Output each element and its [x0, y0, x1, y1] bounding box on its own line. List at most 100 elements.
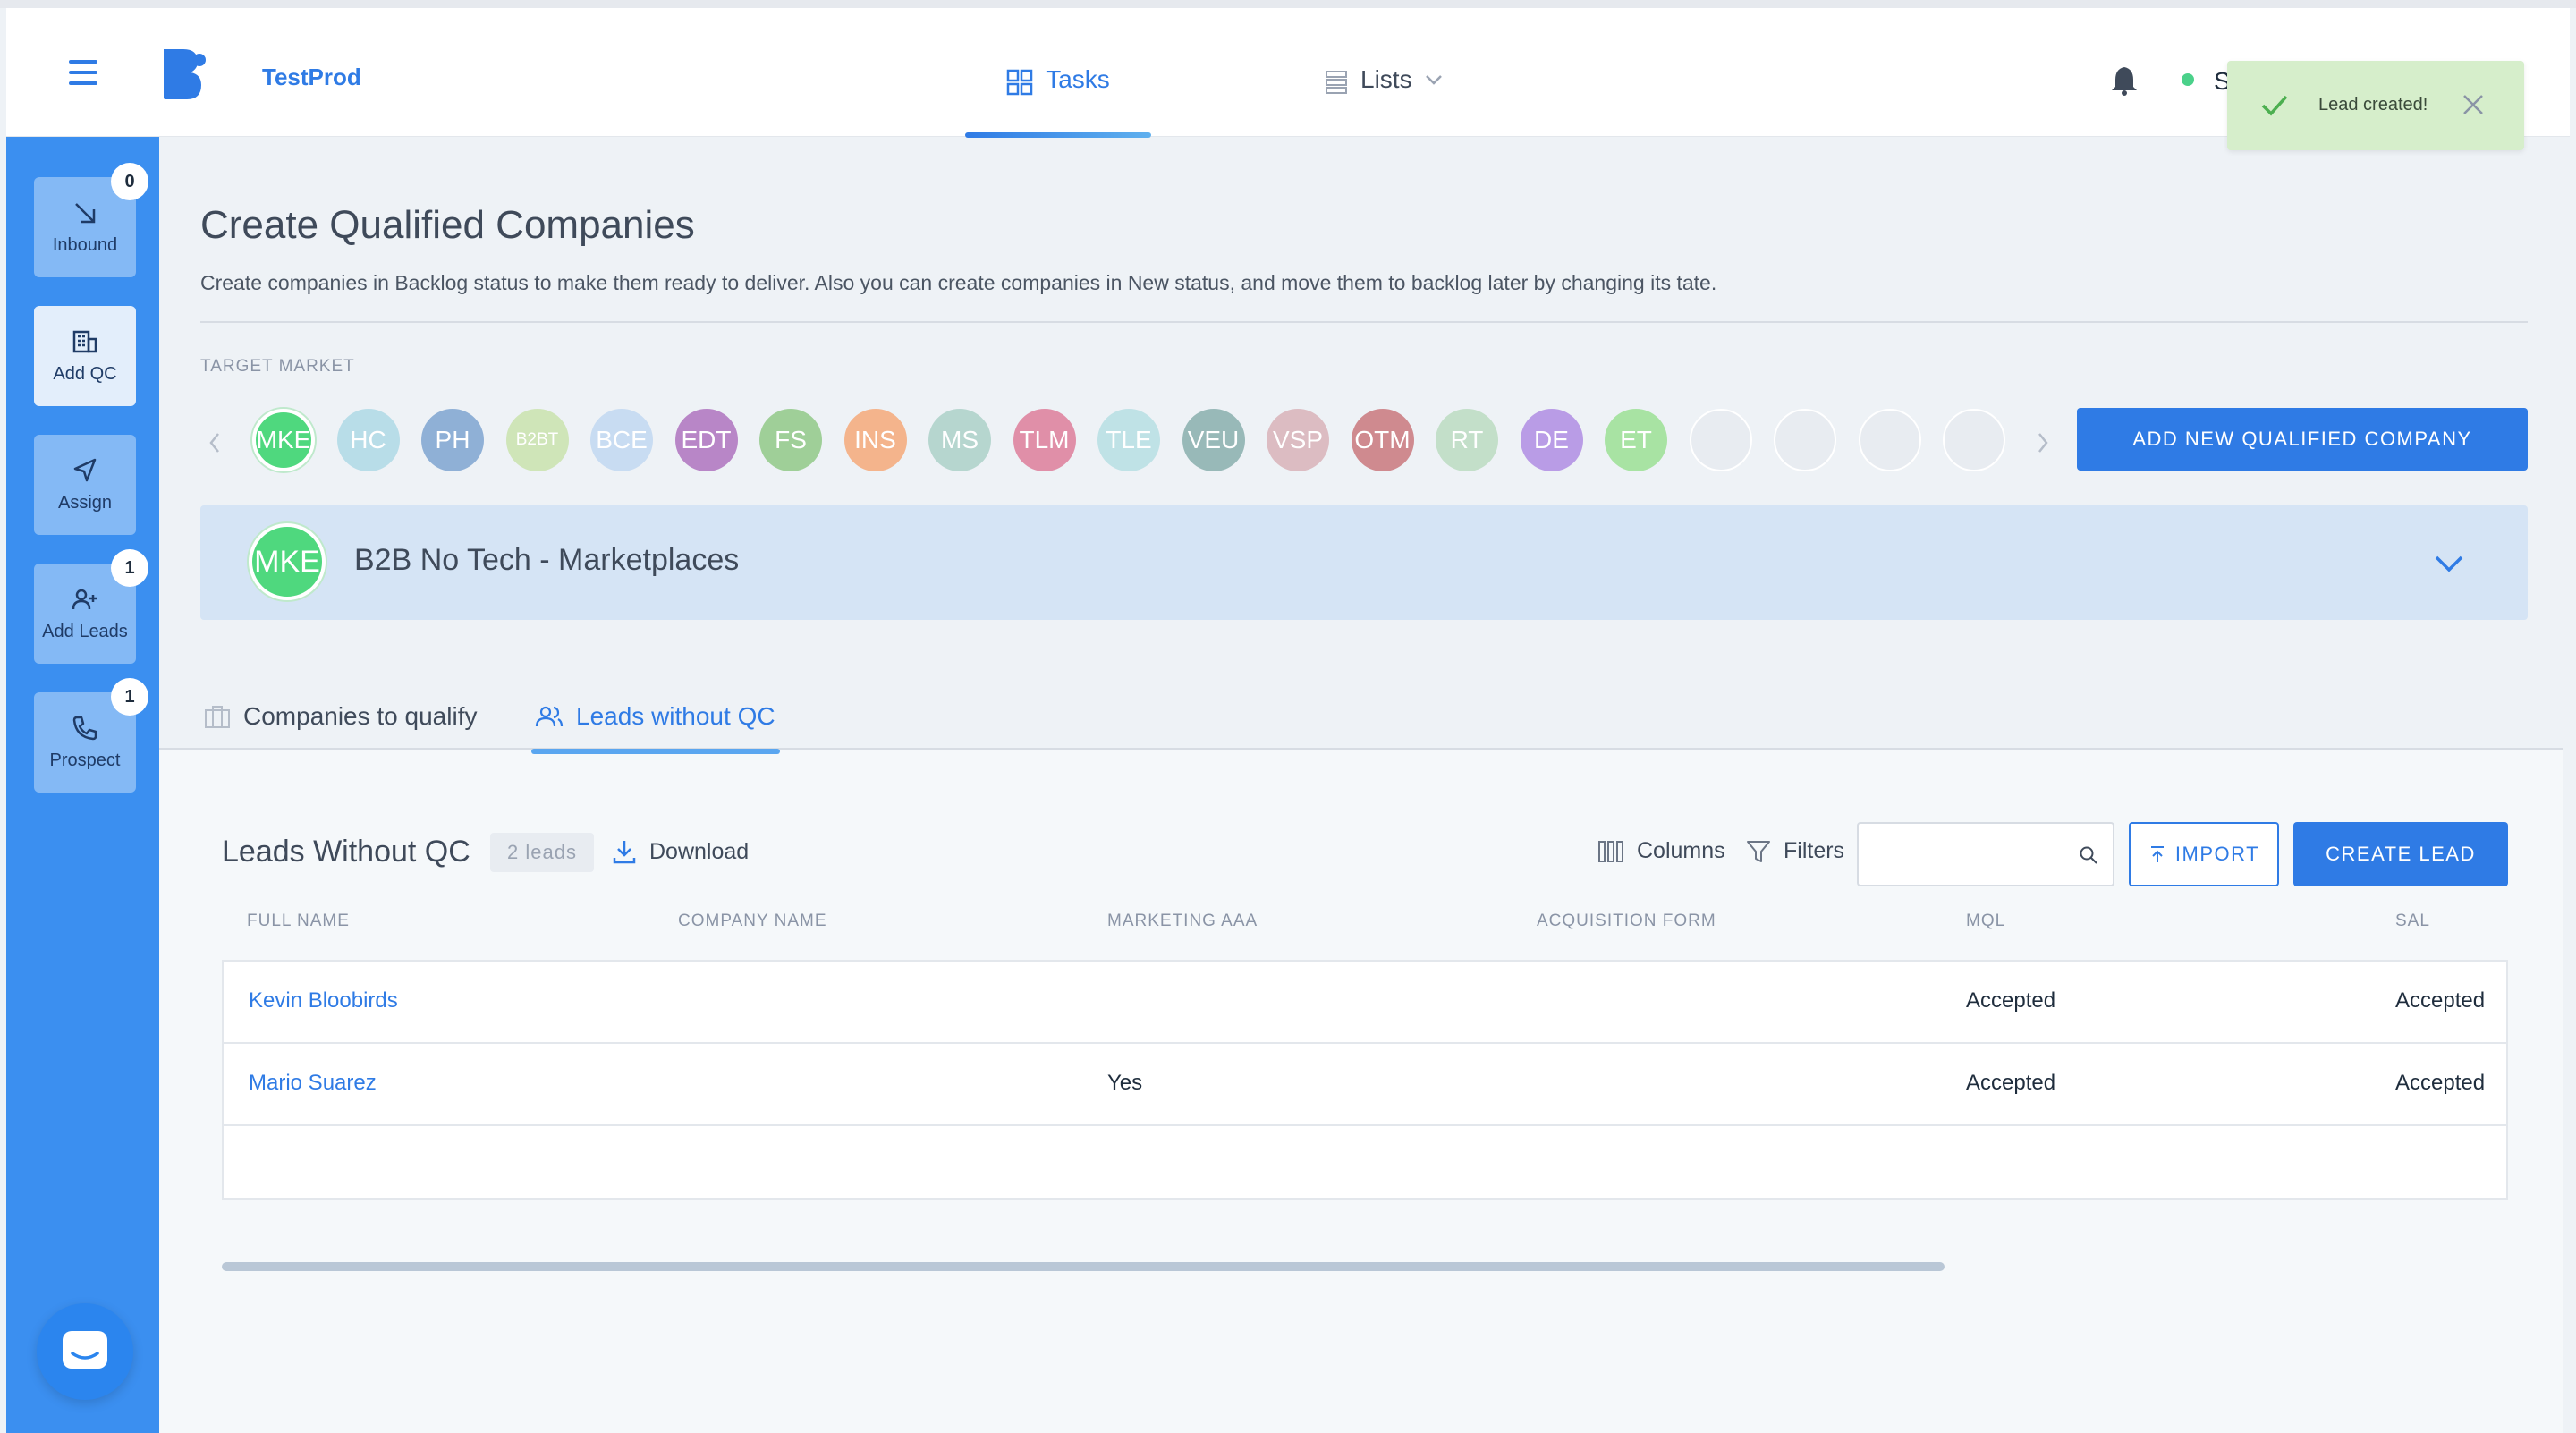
close-icon[interactable] [2462, 93, 2485, 116]
tab-lists[interactable]: Lists [1325, 47, 1443, 137]
market-avatar-veu[interactable]: VEU [1182, 409, 1245, 471]
filters-label: Filters [1784, 838, 1845, 863]
market-avatar-tlm[interactable]: TLM [1013, 409, 1076, 471]
column-header-marketing-aaa[interactable]: MARKETING AAA [1107, 912, 1258, 931]
left-sidebar: Inbound 0 Add QC Assign Add Leads 1 Pros… [6, 137, 159, 1433]
sidebar-item-add-leads[interactable]: Add Leads 1 [34, 549, 148, 664]
window-top-border [0, 0, 2576, 8]
chat-widget-icon[interactable] [37, 1303, 133, 1400]
chevron-left-icon[interactable] [206, 430, 224, 455]
add-new-qualified-company-button[interactable]: ADD NEW QUALIFIED COMPANY [2077, 408, 2528, 471]
prospect-count-badge: 1 [111, 678, 148, 716]
sidebar-item-label: Prospect [49, 750, 121, 770]
market-avatar-fs[interactable]: FS [759, 409, 822, 471]
page-title: Create Qualified Companies [200, 203, 695, 247]
tab-label: Companies to qualify [243, 702, 478, 730]
chevron-down-icon [1425, 75, 1442, 85]
add-users-icon [72, 589, 97, 609]
column-header-full-name[interactable]: FULL NAME [247, 912, 350, 931]
horizontal-scrollbar[interactable] [222, 1262, 1945, 1271]
lead-mql: Accepted [1966, 1071, 2056, 1095]
market-avatar-b2bt[interactable]: B2BT [505, 409, 569, 471]
menu-icon[interactable] [69, 60, 97, 85]
selected-market-card[interactable]: MKE B2B No Tech - Marketplaces [200, 505, 2528, 620]
market-avatar-de[interactable]: DE [1520, 409, 1583, 471]
empty-market-slot [1774, 409, 1836, 471]
tab-companies-to-qualify[interactable]: Companies to qualify [204, 702, 477, 731]
selected-market-avatar: MKE [249, 523, 326, 600]
divider [200, 321, 2528, 323]
download-label: Download [649, 838, 750, 864]
window-right-edge [2563, 137, 2576, 1433]
filters-button[interactable]: Filters [1746, 838, 1844, 864]
leads-table: Kevin Bloobirds Accepted Accepted Mario … [222, 960, 2508, 1200]
market-avatar-edt[interactable]: EDT [674, 409, 738, 471]
inbound-count-badge: 0 [111, 163, 148, 200]
upload-icon [2150, 846, 2164, 862]
market-avatar-ins[interactable]: INS [843, 409, 907, 471]
column-header-company-name[interactable]: COMPANY NAME [678, 912, 827, 931]
list-icon [1326, 71, 1347, 94]
sidebar-item-add-qc[interactable]: Add QC [34, 306, 136, 406]
market-avatar-ms[interactable]: MS [928, 409, 991, 471]
download-icon [613, 841, 636, 864]
grid-icon [1006, 69, 1033, 96]
search-field[interactable] [1857, 822, 2114, 886]
tab-tasks[interactable]: Tasks [965, 47, 1151, 138]
sidebar-item-inbound[interactable]: Inbound 0 [34, 163, 148, 277]
tabs-divider [159, 748, 2576, 750]
tab-lists-label: Lists [1360, 65, 1412, 93]
selected-market-name: B2B No Tech - Marketplaces [354, 543, 740, 577]
empty-market-slot [1858, 409, 1921, 471]
lead-mql: Accepted [1966, 988, 2056, 1013]
market-avatar-otm[interactable]: OTM [1351, 409, 1414, 471]
search-icon[interactable] [2079, 845, 2098, 865]
briefcase-icon [205, 706, 230, 728]
column-header-sal[interactable]: SAL [2395, 912, 2430, 931]
building-icon [72, 330, 97, 352]
empty-market-slot [1689, 409, 1752, 471]
sidebar-item-label: Inbound [52, 234, 118, 255]
columns-icon [1598, 840, 1623, 862]
sidebar-item-prospect[interactable]: Prospect 1 [34, 678, 148, 793]
sidebar-item-label: Add QC [53, 363, 117, 384]
app-logo-icon[interactable] [160, 47, 207, 106]
workspace-name[interactable]: TestProd [262, 64, 361, 91]
tab-leads-without-qc[interactable]: Leads without QC [531, 702, 780, 754]
column-header-acquisition-form[interactable]: ACQUISITION FORM [1537, 912, 1716, 931]
table-row[interactable]: Mario Suarez Yes Accepted Accepted [224, 1044, 2508, 1126]
market-avatar-mke[interactable]: MKE [252, 409, 315, 471]
empty-market-slot [1943, 409, 2005, 471]
table-row[interactable]: Kevin Bloobirds Accepted Accepted [224, 962, 2508, 1044]
chevron-right-icon[interactable] [2034, 430, 2052, 455]
arrow-down-right-icon [75, 202, 96, 223]
columns-button[interactable]: Columns [1597, 838, 1725, 864]
target-market-label: TARGET MARKET [200, 357, 355, 376]
toast-message: Lead created! [2318, 95, 2428, 114]
lead-sal: Accepted [2395, 988, 2486, 1013]
chevron-down-icon[interactable] [2433, 547, 2465, 579]
import-button[interactable]: IMPORT [2129, 822, 2279, 886]
online-status-dot [2182, 73, 2194, 86]
market-avatar-ph[interactable]: PH [421, 409, 484, 471]
market-avatar-hc[interactable]: HC [336, 409, 400, 471]
market-avatar-bce[interactable]: BCE [590, 409, 653, 471]
create-lead-button[interactable]: CREATE LEAD [2293, 822, 2508, 886]
notifications-bell-icon[interactable] [2110, 65, 2139, 100]
sidebar-item-assign[interactable]: Assign [34, 435, 136, 535]
main-content: Create Qualified Companies Create compan… [159, 137, 2576, 1433]
check-icon [2261, 95, 2288, 116]
market-avatar-vsp[interactable]: VSP [1267, 409, 1329, 471]
market-avatar-tle[interactable]: TLE [1097, 409, 1160, 471]
column-header-mql[interactable]: MQL [1966, 912, 2005, 931]
market-avatar-et[interactable]: ET [1605, 409, 1667, 471]
market-avatar-rt[interactable]: RT [1436, 409, 1498, 471]
lead-full-name[interactable]: Mario Suarez [249, 1071, 377, 1096]
filter-icon [1747, 840, 1770, 862]
lead-marketing-aaa: Yes [1107, 1071, 1143, 1095]
lead-full-name[interactable]: Kevin Bloobirds [249, 988, 398, 1013]
users-icon [535, 706, 564, 727]
search-input[interactable] [1871, 836, 2068, 872]
download-button[interactable]: Download [612, 838, 749, 865]
import-label: IMPORT [2174, 843, 2260, 865]
